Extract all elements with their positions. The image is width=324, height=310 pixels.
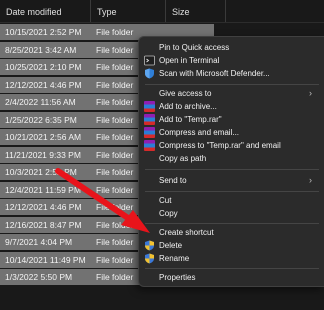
- red-arrow-annotation: [55, 168, 150, 233]
